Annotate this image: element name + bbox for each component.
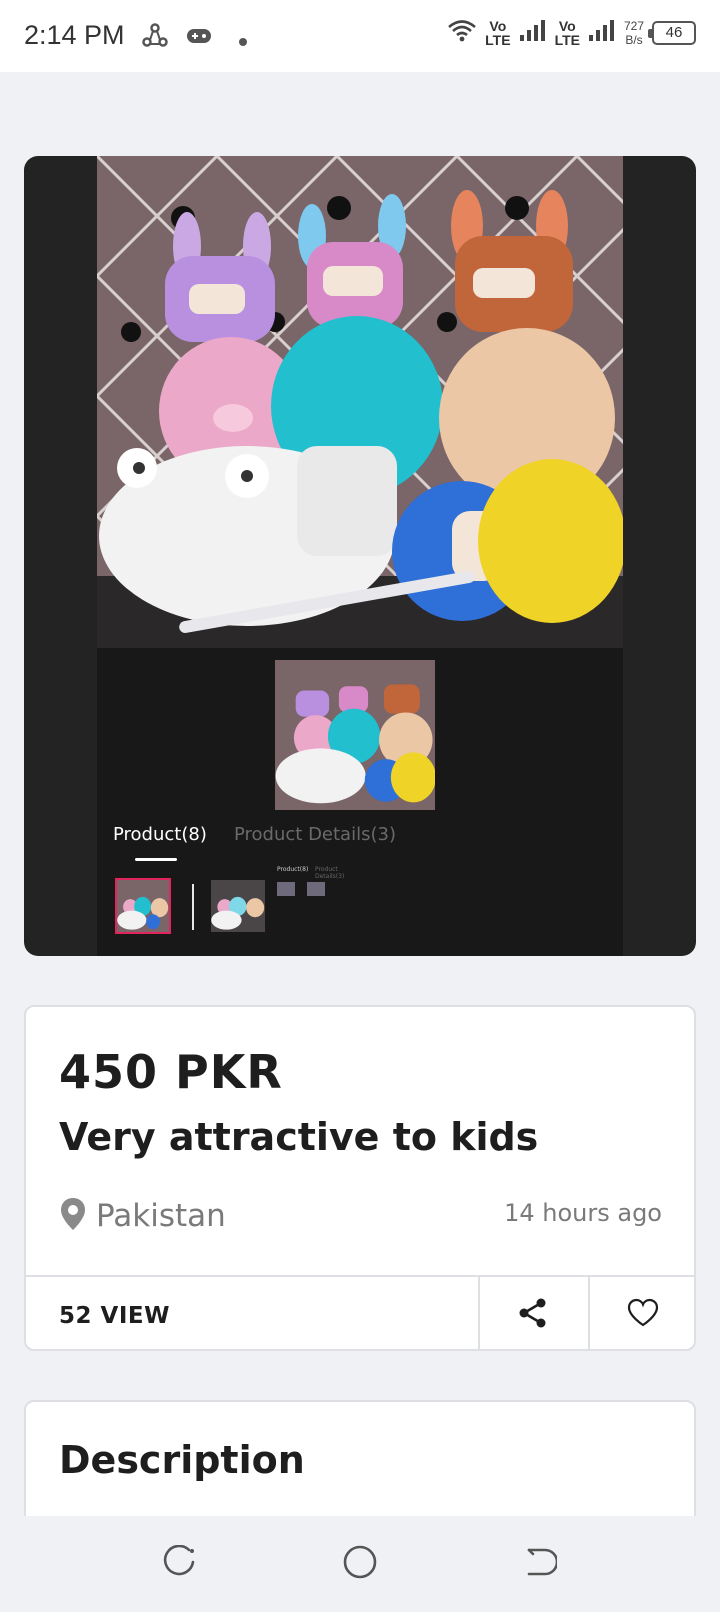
product-main-photo[interactable] (97, 156, 623, 648)
status-right-group: Vo LTE Vo LTE 727 B/s 46 (447, 18, 696, 48)
heart-icon (627, 1298, 659, 1332)
share-button[interactable] (478, 1277, 586, 1349)
network-speed-unit: B/s (625, 33, 643, 47)
volte-bottom-2: LTE (554, 32, 580, 48)
thumbnail-2[interactable] (211, 880, 265, 932)
mini-tab-product-details: Product Details(3) (315, 866, 345, 880)
listing-info-card: 450 PKR Very attractive to kids Pakistan… (24, 1005, 696, 1351)
tab-active-indicator (135, 858, 177, 861)
product-photo-preview[interactable] (275, 660, 435, 810)
mini-thumbnail-2 (307, 882, 325, 896)
mini-tab-product: Product(8) (277, 866, 309, 873)
volte-indicator-2: Vo LTE (555, 19, 580, 47)
status-time: 2:14 PM (24, 20, 125, 50)
posted-time: 14 hours ago (504, 1199, 662, 1227)
map-pin-icon (60, 1197, 86, 1235)
nav-home-button[interactable] (340, 1544, 380, 1584)
signal-icon-1 (519, 19, 547, 47)
tab-product-details[interactable]: Product Details(3) (234, 824, 396, 845)
view-count: 52 VIEW (59, 1303, 170, 1329)
volte-indicator-1: Vo LTE (485, 19, 510, 47)
recents-icon (163, 1544, 197, 1583)
thumbnail-divider (192, 884, 194, 930)
favorite-button[interactable] (588, 1277, 694, 1349)
product-media-card[interactable]: Product(8) Product Details(3) Product(8)… (24, 156, 696, 956)
listing-title: Very attractive to kids (59, 1115, 539, 1159)
volte-bottom-1: LTE (485, 32, 511, 48)
system-navigation-bar (0, 1516, 720, 1612)
wifi-icon (447, 18, 477, 48)
location-text: Pakistan (96, 1198, 226, 1234)
nav-back-button[interactable] (520, 1544, 560, 1584)
thumbnail-1[interactable] (115, 878, 171, 934)
battery-icon: 46 (648, 21, 696, 45)
battery-level: 46 (665, 24, 683, 41)
notification-dot-icon (238, 32, 248, 51)
share-app-icon (141, 22, 169, 54)
description-heading: Description (59, 1438, 305, 1482)
signal-icon-2 (588, 19, 616, 47)
gamepad-icon (186, 26, 212, 50)
share-icon (517, 1297, 549, 1333)
product-media-viewer[interactable]: Product(8) Product Details(3) Product(8)… (97, 156, 623, 956)
status-bar: 2:14 PM Vo LTE Vo LTE 727 B/s 46 (0, 0, 720, 72)
listing-location: Pakistan (60, 1197, 226, 1235)
home-icon (342, 1544, 378, 1584)
tab-product[interactable]: Product(8) (113, 824, 207, 845)
media-tabs: Product(8) Product Details(3) (113, 824, 613, 864)
nav-recents-button[interactable] (160, 1544, 200, 1584)
network-speed: 727 B/s (624, 19, 644, 47)
mini-thumbnail-1 (277, 882, 295, 896)
back-icon (523, 1545, 559, 1583)
listing-price: 450 PKR (59, 1045, 283, 1099)
network-speed-value: 727 (623, 19, 644, 33)
